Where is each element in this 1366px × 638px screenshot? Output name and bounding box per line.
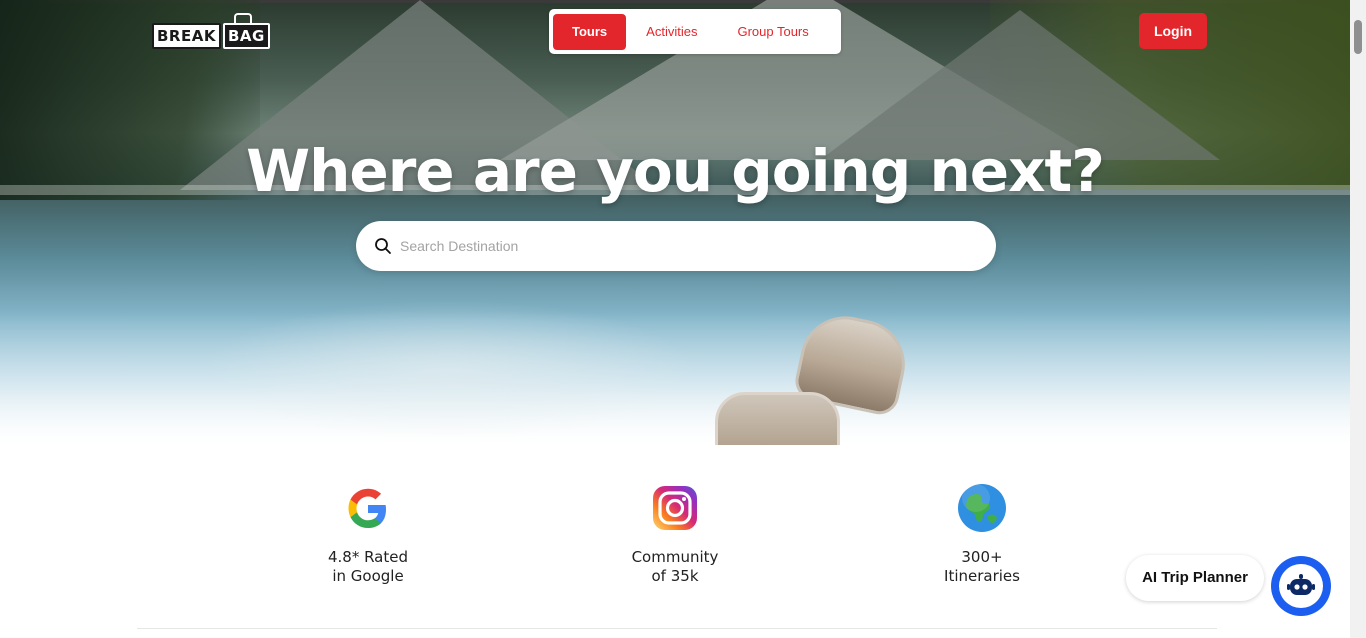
scrollbar-thumb[interactable] xyxy=(1354,20,1362,54)
logo-bag: BAG xyxy=(222,23,270,49)
hero-title: Where are you going next? xyxy=(246,137,1105,205)
section-divider xyxy=(137,628,1217,629)
instagram-icon xyxy=(647,480,703,536)
stat-line: Itineraries xyxy=(944,567,1020,585)
search-icon xyxy=(374,237,392,255)
login-button[interactable]: Login xyxy=(1139,13,1207,49)
brand-logo[interactable]: BREAK BAG xyxy=(152,13,272,50)
tab-group-tours[interactable]: Group Tours xyxy=(717,14,828,50)
google-icon xyxy=(340,480,396,536)
stat-line: 4.8* Rated xyxy=(327,548,409,566)
ai-trip-planner-label[interactable]: AI Trip Planner xyxy=(1126,555,1264,601)
bag-handle-icon xyxy=(234,13,252,23)
rowboat xyxy=(715,392,840,445)
search-input[interactable] xyxy=(400,231,996,261)
stat-line: Community xyxy=(631,548,719,566)
logo-break: BREAK xyxy=(152,23,221,49)
stat-line: in Google xyxy=(332,567,404,585)
stat-google-rating: 4.8* Rated in Google xyxy=(268,480,468,586)
water-reflection xyxy=(200,300,700,440)
globe-icon xyxy=(954,480,1010,536)
page-scrollbar[interactable] xyxy=(1350,0,1366,638)
nav-tabs: Tours Activities Group Tours xyxy=(549,9,841,54)
robot-icon xyxy=(1279,564,1323,608)
stat-community: Community of 35k xyxy=(575,480,775,586)
ai-trip-planner-button[interactable] xyxy=(1271,556,1331,616)
tab-tours[interactable]: Tours xyxy=(553,13,627,50)
search-bar[interactable] xyxy=(356,221,996,271)
stat-line: 300+ xyxy=(961,548,1003,566)
hero-banner: BREAK BAG Tours Activities Group Tours L… xyxy=(0,0,1350,445)
tab-activities[interactable]: Activities xyxy=(626,14,717,50)
stat-itineraries: 300+ Itineraries xyxy=(882,480,1082,586)
stat-line: of 35k xyxy=(651,567,699,585)
